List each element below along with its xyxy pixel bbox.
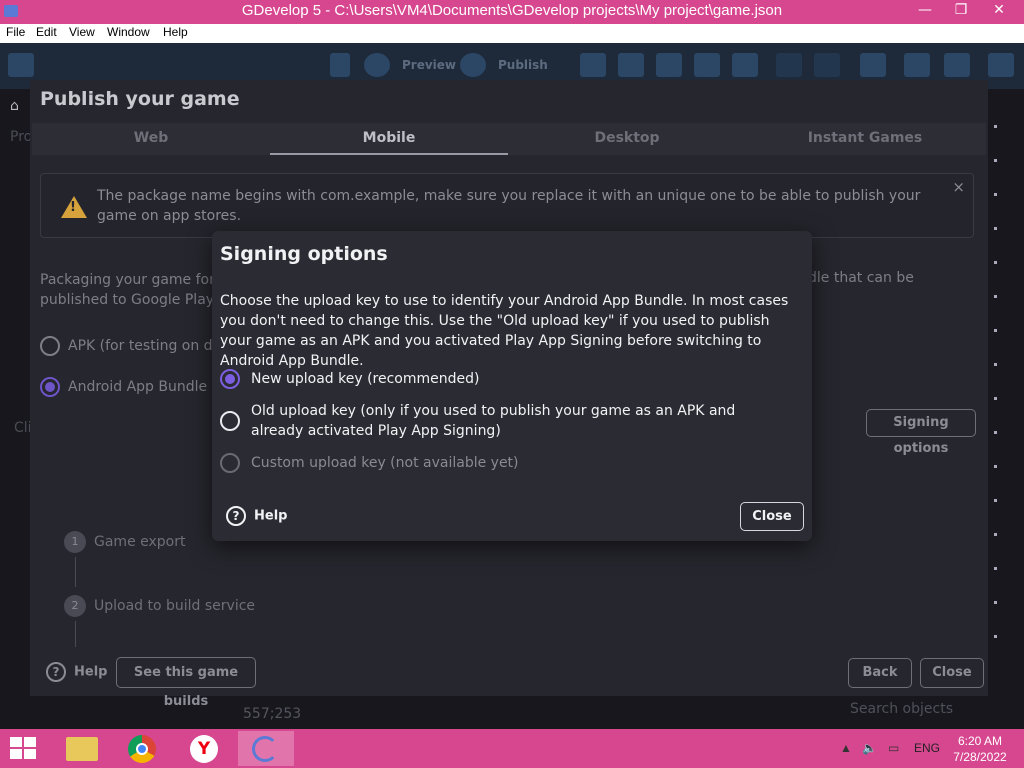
objects-icon[interactable]	[580, 53, 606, 77]
publish-label[interactable]: Publish	[498, 58, 548, 72]
help-icon: ?	[226, 506, 246, 526]
properties-icon[interactable]	[656, 53, 682, 77]
new-upload-key-radio[interactable]	[220, 369, 240, 389]
window-title: GDevelop 5 - C:\Users\VM4\Documents\GDev…	[241, 2, 783, 19]
gdevelop-taskbar-icon[interactable]	[238, 731, 294, 766]
tab-desktop[interactable]: Desktop	[508, 123, 746, 155]
signing-options-button[interactable]: Signing options	[866, 409, 976, 456]
language-indicator[interactable]: ENG	[914, 741, 940, 755]
chrome-icon[interactable]	[116, 731, 172, 766]
menu-edit[interactable]: Edit	[36, 25, 57, 39]
preview-label[interactable]: Preview	[402, 58, 456, 72]
search-objects-input[interactable]: Search objects	[850, 701, 953, 717]
zoom-icon[interactable]	[944, 53, 970, 77]
object-groups-icon[interactable]	[618, 53, 644, 77]
step-upload-build: 2 Upload to build service	[64, 595, 255, 617]
publish-dialog-title: Publish your game	[40, 88, 240, 110]
project-manager-icon[interactable]	[8, 53, 34, 77]
tab-instant-games[interactable]: Instant Games	[746, 123, 984, 155]
menu-view[interactable]: View	[69, 25, 95, 39]
tab-web[interactable]: Web	[32, 123, 270, 155]
debug-icon[interactable]	[330, 53, 350, 77]
publish-help-link[interactable]: ? Help	[46, 662, 107, 682]
old-upload-key-radio[interactable]	[220, 411, 240, 431]
custom-upload-key-radio	[220, 453, 240, 473]
layers-icon[interactable]	[694, 53, 720, 77]
modal-title: Signing options	[220, 243, 388, 265]
screen: { "window": { "title": "GDevelop 5 - C:\…	[0, 0, 1024, 768]
background-tab-text: Pro	[10, 129, 33, 145]
warning-close-icon[interactable]: ×	[952, 178, 965, 196]
system-clock[interactable]: 6:20 AM 7/28/2022	[948, 733, 1012, 765]
warning-text: The package name begins with com.example…	[97, 188, 921, 224]
show-hidden-icons[interactable]: ▲	[840, 741, 852, 755]
modal-help-link[interactable]: ? Help	[226, 506, 287, 526]
window-title-bar: GDevelop 5 - C:\Users\VM4\Documents\GDev…	[0, 0, 1024, 24]
cursor-coordinates: 557;253	[243, 706, 302, 722]
packaging-description-tail: dle that can be	[808, 270, 914, 286]
delete-icon[interactable]	[860, 53, 886, 77]
preview-icon[interactable]	[364, 53, 390, 77]
modal-description: Choose the upload key to use to identify…	[220, 293, 789, 369]
start-button[interactable]	[10, 737, 38, 761]
option-custom-upload-key: Custom upload key (not available yet)	[220, 453, 800, 475]
publish-icon[interactable]	[460, 53, 486, 77]
redo-icon[interactable]	[814, 53, 840, 77]
menu-help[interactable]: Help	[163, 25, 188, 39]
aab-option[interactable]: Android App Bundle (f	[40, 377, 222, 397]
step-game-export: 1 Game export	[64, 531, 185, 553]
tab-mobile[interactable]: Mobile	[270, 123, 508, 155]
aab-radio[interactable]	[40, 377, 60, 397]
instances-list-icon[interactable]	[732, 53, 758, 77]
modal-close-button[interactable]: Close	[740, 502, 804, 531]
windows-taskbar: Y ▲ 🔈 ▭ ENG 6:20 AM 7/28/2022	[0, 729, 1024, 768]
grid-icon[interactable]	[904, 53, 930, 77]
undo-icon[interactable]	[776, 53, 802, 77]
menu-bar: File Edit View Window Help	[0, 24, 1024, 43]
help-icon: ?	[46, 662, 66, 682]
see-game-builds-button[interactable]: See this game builds	[116, 657, 256, 709]
home-icon[interactable]: ⌂	[10, 98, 26, 114]
restore-button[interactable]: ❐	[944, 0, 978, 22]
side-panel-handles[interactable]	[989, 125, 1001, 695]
option-new-upload-key[interactable]: New upload key (recommended)	[220, 369, 800, 391]
menu-file[interactable]: File	[6, 25, 25, 39]
apk-option[interactable]: APK (for testing on de	[40, 336, 221, 356]
back-button[interactable]: Back	[848, 658, 912, 688]
apk-radio[interactable]	[40, 336, 60, 356]
step-connector	[75, 557, 76, 587]
volume-icon[interactable]: 🔈	[862, 741, 877, 755]
settings-icon[interactable]	[988, 53, 1014, 77]
signing-options-modal: Signing options Choose the upload key to…	[212, 231, 812, 541]
yandex-browser-icon[interactable]: Y	[178, 731, 234, 766]
step-connector	[75, 621, 76, 647]
background-canvas-text: Cli	[14, 420, 32, 436]
file-explorer-icon[interactable]	[54, 731, 110, 766]
close-window-button[interactable]: ✕	[982, 0, 1016, 22]
menu-window[interactable]: Window	[107, 25, 150, 39]
network-icon[interactable]: ▭	[888, 741, 899, 755]
option-old-upload-key[interactable]: Old upload key (only if you used to publ…	[220, 401, 800, 443]
package-name-warning: ! The package name begins with com.examp…	[40, 173, 974, 238]
minimize-button[interactable]: —	[908, 0, 942, 22]
publish-tabs: Web Mobile Desktop Instant Games	[32, 123, 986, 155]
publish-close-button[interactable]: Close	[920, 658, 984, 688]
